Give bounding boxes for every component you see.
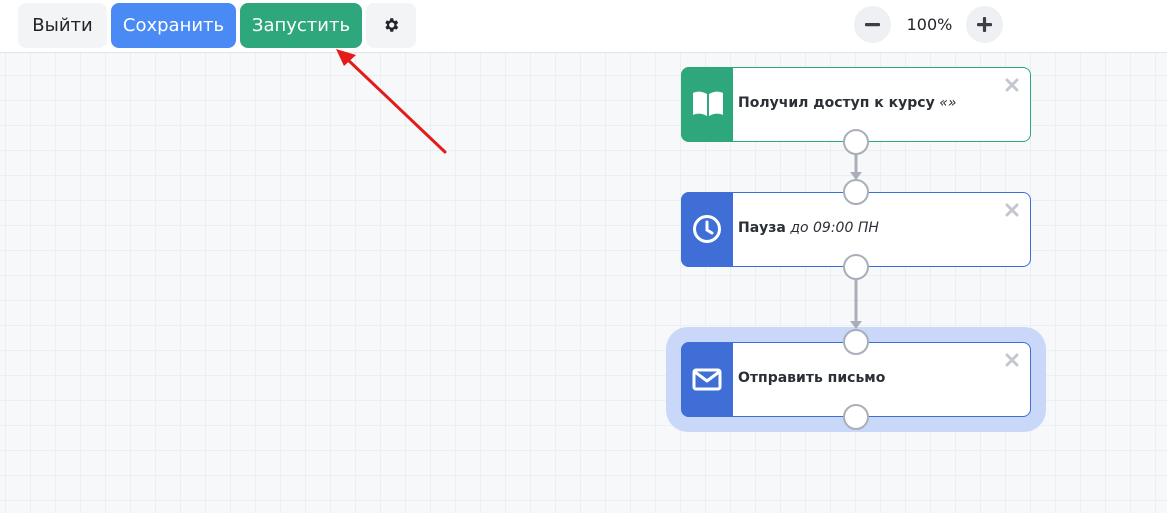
node-label: Получил доступ к курсу «» [738,95,956,111]
node-output-port[interactable] [843,404,869,430]
node-output-port[interactable] [843,254,869,280]
node-detail: «» [939,95,957,111]
close-icon[interactable] [1005,78,1019,92]
node-icon-container [681,192,733,267]
node-title: Пауза [738,220,786,236]
node-icon-container [681,342,733,417]
minus-icon [865,23,880,27]
book-icon [693,91,723,116]
node-icon-container [681,67,733,142]
node-title: Получил доступ к курсу [738,95,935,111]
clock-icon [693,215,721,243]
zoom-out-button[interactable] [854,6,891,43]
save-button[interactable]: Сохранить [111,3,236,48]
gear-icon [385,18,399,32]
close-icon[interactable] [1005,353,1019,367]
zoom-in-button[interactable] [966,6,1003,43]
settings-button[interactable] [366,3,416,48]
close-icon[interactable] [1005,203,1019,217]
node-detail: до 09:00 ПН [790,220,879,236]
node-input-port[interactable] [843,329,869,355]
envelope-icon [692,368,722,391]
toolbar: Выйти Сохранить Запустить 100% [0,0,1167,53]
plus-icon [977,17,992,32]
zoom-level: 100% [906,15,953,34]
node-label: Отправить письмо [738,370,885,386]
node-input-port[interactable] [843,179,869,205]
node-output-port[interactable] [843,129,869,155]
node-title: Отправить письмо [738,370,886,386]
run-button[interactable]: Запустить [240,3,362,48]
exit-button[interactable]: Выйти [18,3,107,48]
node-label: Пауза до 09:00 ПН [738,220,879,236]
